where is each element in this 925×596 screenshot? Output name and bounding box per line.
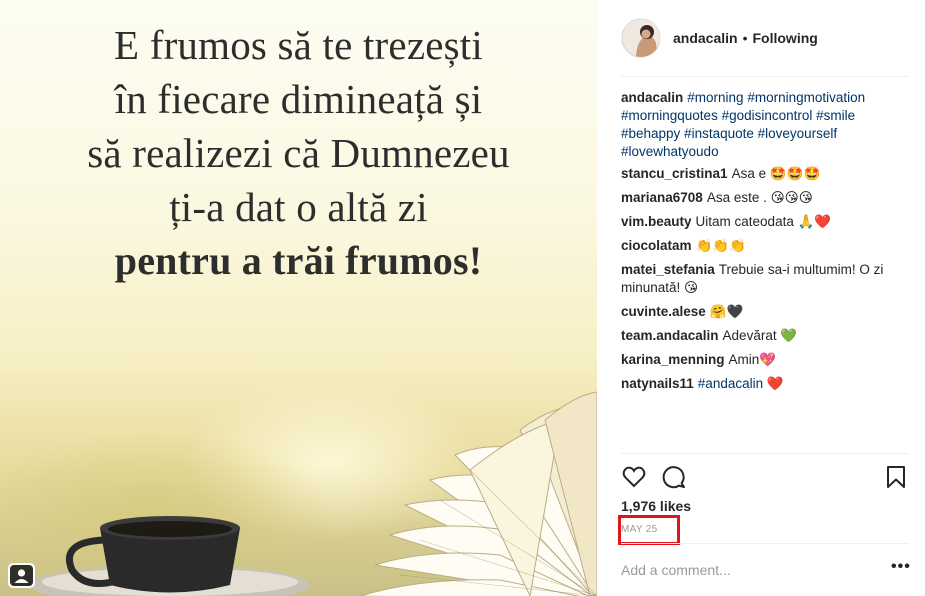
user-tag-icon[interactable] [8, 563, 35, 588]
comment-username[interactable]: natynails11 [621, 376, 694, 391]
author-username[interactable]: andacalin [673, 30, 738, 46]
image-quote-text: E frumos să te trezești în fiecare dimin… [0, 18, 597, 288]
comment-username[interactable]: ciocolatam [621, 238, 692, 253]
comment-text: Uitam cateodata 🙏❤️ [695, 214, 832, 229]
likes-count[interactable]: 1,976 likes [621, 498, 691, 514]
heart-icon[interactable] [621, 464, 647, 490]
comment-text: 👏👏👏 [695, 238, 746, 253]
comment-text: Asa e 🤩🤩🤩 [731, 166, 821, 181]
quote-line: să realizezi că Dumnezeu [87, 130, 510, 176]
comment-text: Amin💖 [728, 352, 777, 367]
comment-username[interactable]: matei_stefania [621, 262, 715, 277]
comment-username[interactable]: karina_menning [621, 352, 725, 367]
comments-list: andacalin #morning #morningmotivation #mo… [621, 89, 911, 399]
caption: andacalin #morning #morningmotivation #mo… [621, 89, 911, 161]
divider [621, 76, 909, 77]
comment-username[interactable]: stancu_cristina1 [621, 166, 728, 181]
comment-icon[interactable] [661, 464, 687, 490]
header-separator: • [742, 30, 748, 46]
comment-item: mariana6708 Asa este . 😘😘😘 [621, 189, 911, 207]
comment-text: #andacalin ❤️ [697, 376, 784, 391]
divider [621, 543, 909, 544]
avatar[interactable] [621, 18, 661, 58]
bookmark-icon[interactable] [883, 464, 909, 490]
action-bar [621, 464, 909, 490]
comment-item: team.andacalin Adevărat 💚 [621, 327, 911, 345]
quote-line: ți-a dat o altă zi [169, 184, 428, 230]
add-comment-input[interactable] [621, 561, 861, 579]
comment-text: Adevărat 💚 [722, 328, 798, 343]
comment-item: stancu_cristina1 Asa e 🤩🤩🤩 [621, 165, 911, 183]
date-highlight-box [618, 515, 680, 545]
comment-item: cuvinte.alese 🤗🖤 [621, 303, 911, 321]
comment-item: vim.beauty Uitam cateodata 🙏❤️ [621, 213, 911, 231]
comment-text: 🤗🖤 [709, 304, 744, 319]
more-options-icon[interactable]: ••• [891, 559, 910, 576]
quote-line: pentru a trăi frumos! [114, 238, 483, 283]
comment-item: ciocolatam 👏👏👏 [621, 237, 911, 255]
comment-item: natynails11 #andacalin ❤️ [621, 375, 911, 393]
comment-item: matei_stefania Trebuie sa-i multumim! O z… [621, 261, 911, 297]
post-header: andacalin • Following [621, 16, 909, 60]
quote-line: E frumos să te trezești [114, 22, 483, 68]
comment-username[interactable]: vim.beauty [621, 214, 692, 229]
comment-username[interactable]: mariana6708 [621, 190, 703, 205]
comment-item: karina_menning Amin💖 [621, 351, 911, 369]
following-button[interactable]: Following [753, 30, 818, 46]
comment-username[interactable]: team.andacalin [621, 328, 719, 343]
divider [621, 453, 909, 454]
post-image[interactable]: E frumos să te trezești în fiecare dimin… [0, 0, 597, 596]
comment-username[interactable]: cuvinte.alese [621, 304, 706, 319]
post-sidebar: andacalin • Following andacalin #morning … [597, 0, 925, 596]
comment-text: Asa este . 😘😘😘 [706, 190, 813, 205]
caption-username[interactable]: andacalin [621, 90, 683, 105]
quote-line: în fiecare dimineață și [114, 76, 483, 122]
